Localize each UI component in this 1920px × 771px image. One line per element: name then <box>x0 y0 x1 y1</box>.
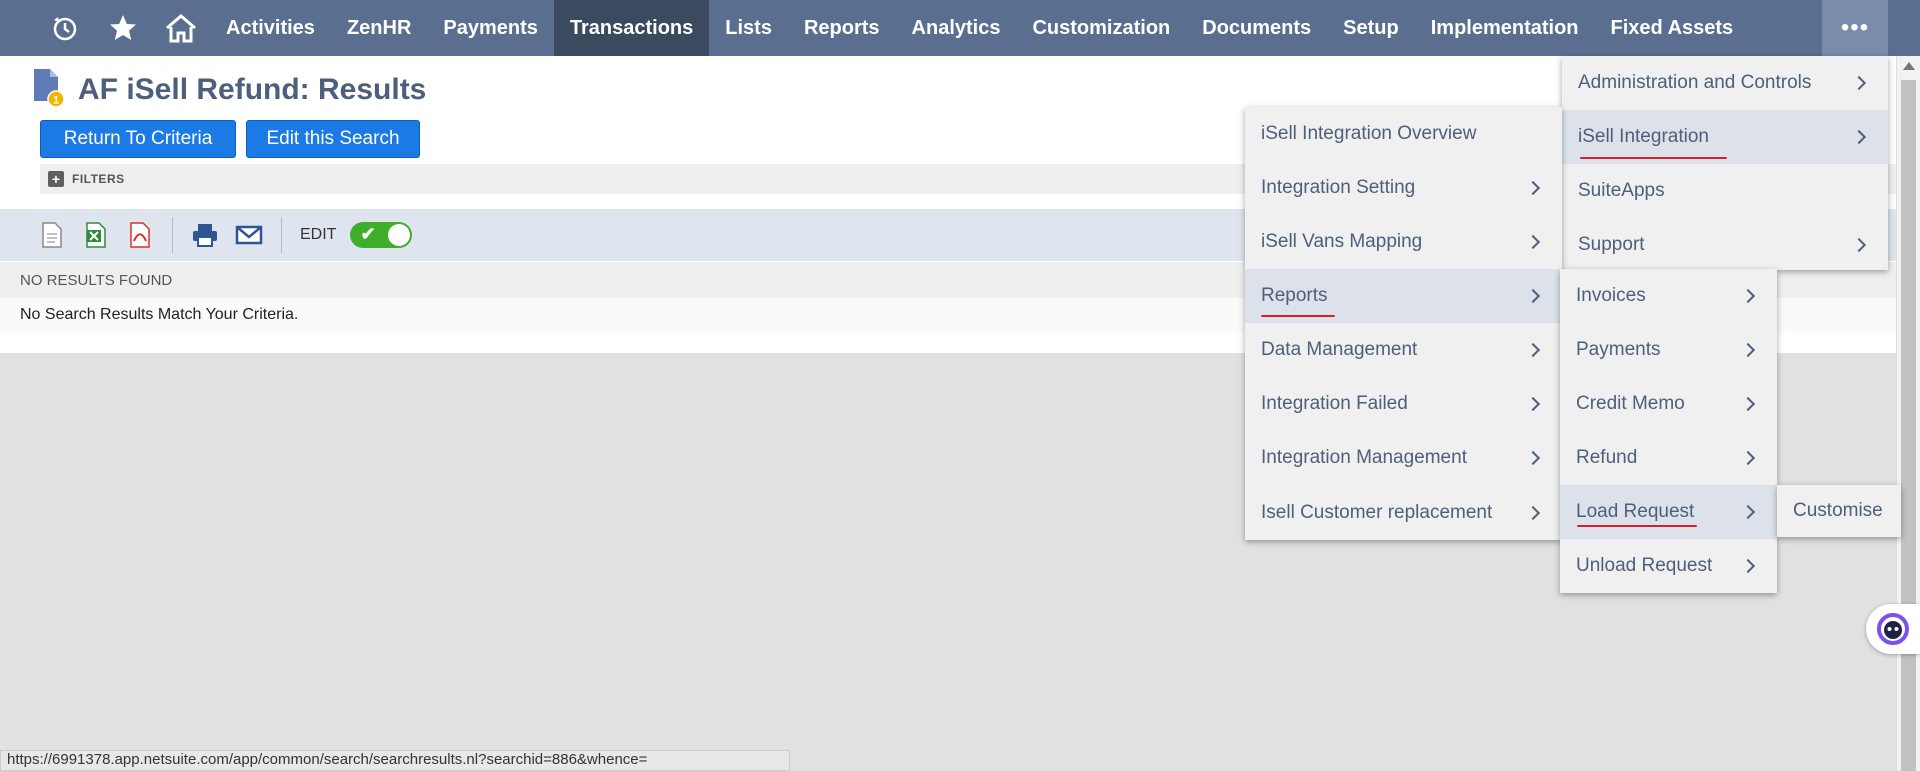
menu-item-isell-integration[interactable]: iSell Integration <box>1562 110 1888 164</box>
nav-lists[interactable]: Lists <box>709 0 788 56</box>
edit-search-button[interactable]: Edit this Search <box>246 120 420 158</box>
chat-assistant-button[interactable] <box>1866 604 1920 654</box>
menu-item-vans-mapping[interactable]: iSell Vans Mapping <box>1245 215 1562 269</box>
nav-setup[interactable]: Setup <box>1327 0 1415 56</box>
menu-item-data-management[interactable]: Data Management <box>1245 323 1562 377</box>
nav-zenhr[interactable]: ZenHR <box>331 0 427 56</box>
chevron-right-icon <box>1740 558 1756 574</box>
nav-implementation[interactable]: Implementation <box>1415 0 1595 56</box>
nav-documents[interactable]: Documents <box>1186 0 1327 56</box>
star-icon[interactable] <box>94 0 152 56</box>
nav-analytics[interactable]: Analytics <box>896 0 1017 56</box>
scroll-thumb[interactable] <box>1901 80 1916 771</box>
menu-item-customise[interactable]: Customise <box>1777 485 1901 537</box>
menu-item-integration-failed[interactable]: Integration Failed <box>1245 377 1562 431</box>
annotation-underline <box>1580 157 1727 159</box>
toolbar-divider <box>281 217 282 253</box>
menu-item-administration[interactable]: Administration and Controls <box>1562 56 1888 110</box>
print-icon[interactable] <box>183 213 227 257</box>
export-excel-icon[interactable] <box>74 213 118 257</box>
menu-item-unload-request[interactable]: Unload Request <box>1560 539 1777 593</box>
page-scrollbar[interactable] <box>1896 56 1920 771</box>
chevron-right-icon <box>1740 342 1756 358</box>
chevron-right-icon <box>1740 504 1756 520</box>
edit-toggle[interactable]: ✔ <box>350 222 413 248</box>
nav-fixed-assets[interactable]: Fixed Assets <box>1595 0 1750 56</box>
check-icon: ✔ <box>360 224 376 244</box>
chevron-right-icon <box>1525 342 1541 358</box>
bot-face-icon <box>1877 613 1909 645</box>
menu-item-refund[interactable]: Refund <box>1560 431 1777 485</box>
menu-item-suiteapps[interactable]: SuiteApps <box>1562 164 1888 218</box>
saved-search-icon: 1 <box>30 67 66 112</box>
edit-label: EDIT <box>300 226 337 243</box>
menu-item-isell-overview[interactable]: iSell Integration Overview <box>1245 107 1562 161</box>
toggle-knob <box>388 224 411 246</box>
email-icon[interactable] <box>227 213 271 257</box>
chevron-right-icon <box>1525 234 1541 250</box>
chevron-right-icon <box>1525 288 1541 304</box>
annotation-underline <box>1577 525 1697 527</box>
page-header: 1 AF iSell Refund: Results <box>30 67 426 112</box>
menu-item-customer-replacement[interactable]: Isell Customer replacement <box>1245 485 1562 540</box>
home-icon[interactable] <box>152 0 210 56</box>
isell-integration-submenu: iSell Integration Overview Integration S… <box>1245 107 1562 540</box>
svg-text:1: 1 <box>53 95 59 107</box>
chevron-right-icon <box>1525 505 1541 520</box>
top-navigation: Activities ZenHR Payments Transactions L… <box>0 0 1920 56</box>
chevron-right-icon <box>1525 396 1541 412</box>
load-request-submenu: Customise <box>1777 485 1901 537</box>
nav-transactions[interactable]: Transactions <box>553 0 710 56</box>
chevron-right-icon <box>1851 75 1867 91</box>
nav-payments[interactable]: Payments <box>427 0 554 56</box>
return-to-criteria-button[interactable]: Return To Criteria <box>40 120 236 158</box>
chevron-right-icon <box>1740 396 1756 412</box>
chevron-right-icon <box>1525 180 1541 196</box>
nav-reports[interactable]: Reports <box>788 0 896 56</box>
export-csv-icon[interactable] <box>30 213 74 257</box>
menu-item-integration-management[interactable]: Integration Management <box>1245 431 1562 485</box>
chevron-right-icon <box>1740 450 1756 466</box>
menu-item-support[interactable]: Support <box>1562 218 1888 272</box>
annotation-underline <box>1261 315 1335 317</box>
status-bar-url: https://6991378.app.netsuite.com/app/com… <box>0 750 790 771</box>
page-title: AF iSell Refund: Results <box>78 72 427 106</box>
menu-item-load-request[interactable]: Load Request <box>1560 485 1777 539</box>
scroll-up-arrow-icon[interactable] <box>1903 62 1915 70</box>
expand-icon[interactable]: + <box>48 171 64 187</box>
menu-item-integration-setting[interactable]: Integration Setting <box>1245 161 1562 215</box>
more-dropdown-menu: Administration and Controls iSell Integr… <box>1562 56 1888 270</box>
filters-label: FILTERS <box>72 172 125 186</box>
reports-submenu: Invoices Payments Credit Memo Refund Loa… <box>1560 269 1777 593</box>
menu-item-credit-memo[interactable]: Credit Memo <box>1560 377 1777 431</box>
toolbar-divider <box>172 217 173 253</box>
chevron-right-icon <box>1851 129 1867 145</box>
chevron-right-icon <box>1525 450 1541 466</box>
nav-customization[interactable]: Customization <box>1016 0 1186 56</box>
more-menu-button[interactable]: ••• <box>1822 0 1888 56</box>
nav-activities[interactable]: Activities <box>210 0 331 56</box>
chevron-right-icon <box>1740 288 1756 304</box>
recent-records-icon[interactable] <box>36 0 94 56</box>
export-pdf-icon[interactable] <box>118 213 162 257</box>
menu-item-invoices[interactable]: Invoices <box>1560 269 1777 323</box>
chevron-right-icon <box>1851 237 1867 253</box>
menu-item-payments[interactable]: Payments <box>1560 323 1777 377</box>
